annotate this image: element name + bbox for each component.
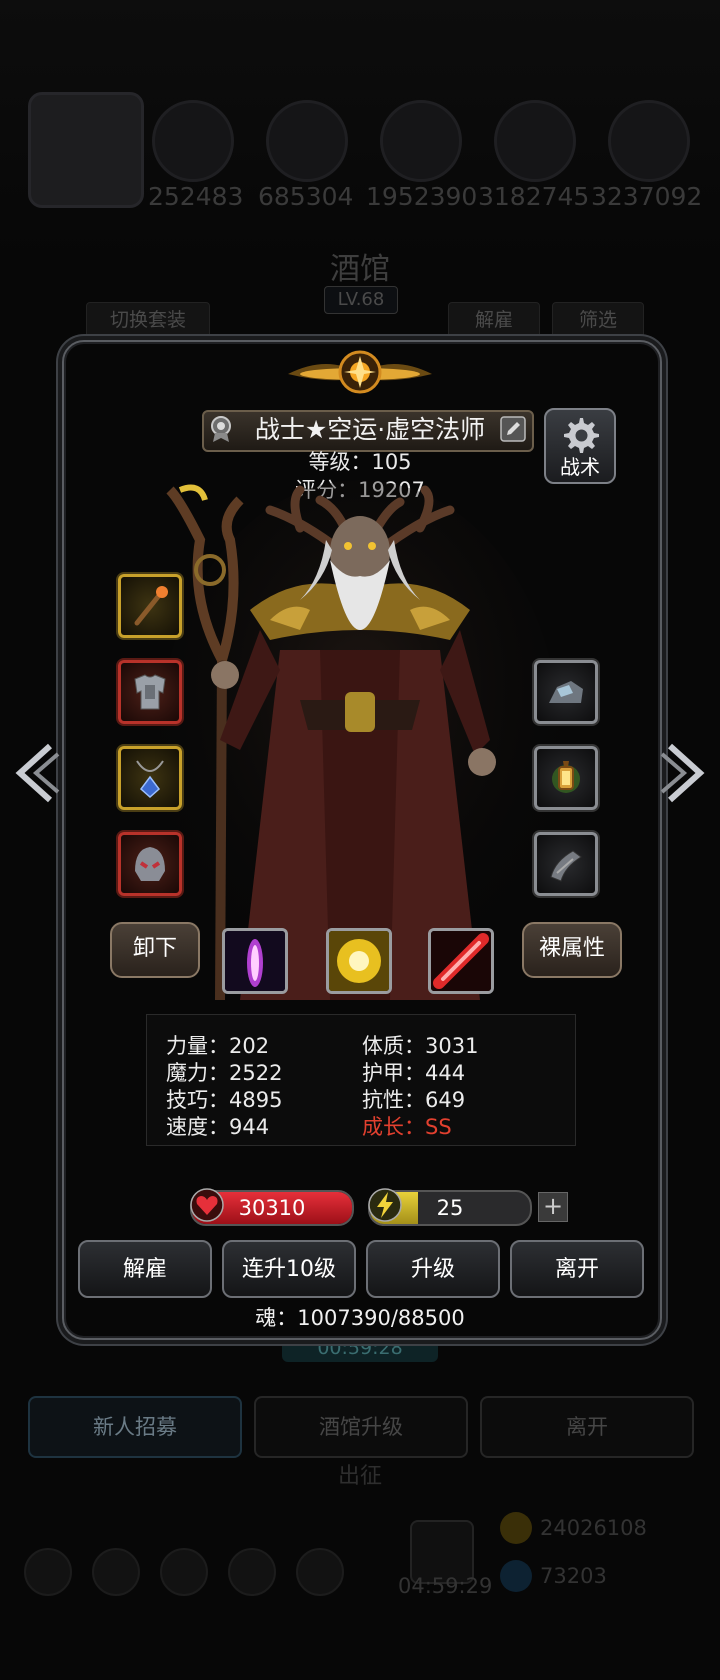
attr-armor: 护甲：444 [362,1061,466,1085]
lantern-icon [552,761,580,793]
menu-icon-5[interactable] [296,1548,344,1596]
team-slot-4[interactable] [494,100,576,182]
edit-name-icon[interactable] [498,414,528,444]
team-power-1: 252483 [148,182,244,211]
golden-burst-skill-icon [329,931,389,991]
gold-coin-icon [500,1512,532,1544]
hero-name: 战士★空运·虚空法师 [254,415,486,444]
switch-set-tab[interactable]: 切换套装 [86,302,210,338]
leave-button[interactable]: 离开 [510,1240,644,1298]
recruit-button[interactable]: 新人招募 [28,1396,242,1458]
hero-level: 等级：105 [308,450,412,474]
armor-icon [134,674,166,710]
red-slash-skill-icon [431,931,491,991]
attr-constitution: 体质：3031 [362,1034,479,1058]
team-power-3: 1952390 [366,182,478,211]
attr-resistance: 抗性：649 [362,1088,466,1112]
unequip-button[interactable]: 卸下 [110,922,200,978]
soul-counter: 魂：1007390/88500 [255,1306,465,1330]
equip-slot-relic[interactable] [534,660,598,724]
attr-strength: 力量：202 [166,1034,270,1058]
equip-slot-lantern[interactable] [534,746,598,810]
tavern-level: LV.68 [324,286,398,314]
helmet-icon [135,847,165,881]
level-up-button[interactable]: 升级 [366,1240,500,1298]
team-power-4: 3182745 [478,182,590,211]
add-energy-button[interactable]: + [538,1192,568,1222]
gold-count: 24026108 [540,1516,647,1540]
menu-icon-4[interactable] [228,1548,276,1596]
menu-icon-3[interactable] [160,1548,208,1596]
tavern-title: 酒馆 [330,252,390,287]
stone-icon [549,681,583,703]
bracer-icon [550,850,582,882]
lightning-icon [368,1188,402,1222]
menu-icon-1[interactable] [24,1548,72,1596]
dismiss-hero-button[interactable]: 解雇 [78,1240,212,1298]
equip-slot-helmet[interactable] [118,832,182,896]
skill-slot-1[interactable] [222,928,288,994]
skill-slot-2[interactable] [326,928,392,994]
amulet-icon [136,760,164,799]
expedition-label[interactable]: 出征 [0,1458,720,1490]
team-slot-1[interactable] [152,100,234,182]
team-slot-2[interactable] [266,100,348,182]
dismiss-tab[interactable]: 解雇 [448,302,540,338]
equip-slot-bracer[interactable] [534,832,598,896]
equip-slot-armor[interactable] [118,660,182,724]
player-avatar[interactable] [28,92,144,208]
level-up-10-button[interactable]: 连升10级 [222,1240,356,1298]
previous-hero-arrow-icon[interactable] [10,740,62,806]
staff-icon [134,586,168,626]
equip-slot-amulet[interactable] [118,746,182,810]
gem-icon [500,1560,532,1592]
skill-slot-3[interactable] [428,928,494,994]
gem-count: 73203 [540,1564,607,1588]
equip-slot-weapon[interactable] [118,574,182,638]
attr-magic: 魔力：2522 [166,1061,283,1085]
filter-tab[interactable]: 筛选 [552,302,644,338]
leave-tavern-button[interactable]: 离开 [480,1396,694,1458]
team-slot-5[interactable] [608,100,690,182]
attr-skill: 技巧：4895 [166,1088,283,1112]
attr-growth: 成长：SS [362,1115,452,1139]
menu-icon-2[interactable] [92,1548,140,1596]
team-power-5: 3237092 [591,182,703,211]
raw-attributes-button[interactable]: 裸属性 [522,922,622,978]
attr-speed: 速度：944 [166,1115,270,1139]
team-power-2: 685304 [258,182,354,211]
rank-badge-icon [211,416,231,442]
purple-flame-skill-icon [225,931,285,991]
team-slot-3[interactable] [380,100,462,182]
upgrade-tavern-button[interactable]: 酒馆升级 [254,1396,468,1458]
next-hero-arrow-icon[interactable] [658,740,710,806]
heart-icon [190,1188,224,1222]
gift-timer: 04:59:29 [398,1574,493,1598]
crest-emblem-icon [288,350,432,394]
